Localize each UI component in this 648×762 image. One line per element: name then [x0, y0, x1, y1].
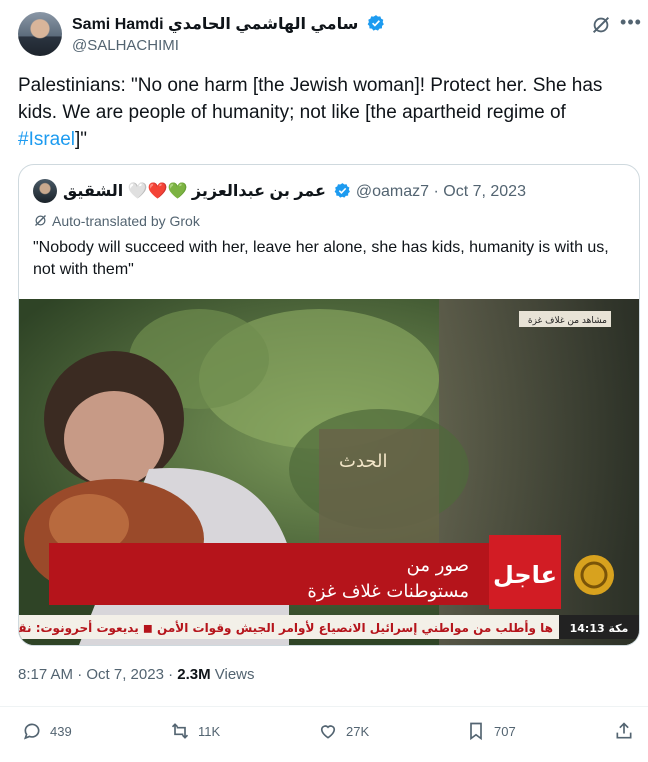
grok-icon[interactable]: [590, 14, 612, 36]
bookmark-count: 707: [494, 723, 516, 739]
author-name-text[interactable]: Sami Hamdi سامي الهاشمي الحامدي: [72, 16, 358, 33]
video-frame: الحدث مشاهد من غلاف غزة عاجل صور من مستو…: [19, 299, 639, 645]
repost-icon: [171, 723, 189, 739]
tweet-text-end: ]": [75, 129, 88, 150]
quote-handle[interactable]: @oamaz7: [356, 183, 429, 200]
quote-author-avatar[interactable]: [33, 179, 57, 203]
share-button[interactable]: [614, 721, 634, 741]
quote-date: · Oct 7, 2023: [433, 183, 526, 200]
translation-note: Auto-translated by Grok: [33, 213, 200, 229]
views-label: Views: [210, 666, 255, 683]
action-bar: 439 11K 27K 707: [0, 706, 648, 759]
repost-count: 11K: [198, 723, 221, 739]
headline-line2: مستوطنات غلاف غزة: [307, 581, 469, 602]
quote-verified-badge-icon: [335, 183, 351, 198]
tweet-text-main: Palestinians: "No one harm [the Jewish w…: [18, 75, 603, 123]
tweet-text: Palestinians: "No one harm [the Jewish w…: [18, 72, 618, 153]
grok-translate-icon: [35, 215, 46, 226]
urgent-label: عاجل: [493, 561, 557, 589]
reply-button[interactable]: 439: [22, 721, 72, 741]
more-options-icon[interactable]: •••: [620, 13, 642, 36]
quote-text: "Nobody will succeed with her, leave her…: [33, 239, 609, 278]
verified-badge-icon: [367, 15, 384, 31]
ticker-time: 14:13 مكة: [570, 622, 629, 635]
translation-label: Auto-translated by Grok: [52, 213, 200, 229]
hashtag-link[interactable]: #Israel: [18, 129, 75, 150]
video-player[interactable]: الحدث مشاهد من غلاف غزة عاجل صور من مستو…: [19, 299, 639, 645]
headline-line1: صور من: [407, 555, 469, 576]
quoted-tweet[interactable]: عمر بن عبدالعزيز 💚❤️🤍 الشقيق @oamaz7 · O…: [18, 164, 640, 646]
tweet-time[interactable]: 8:17 AM · Oct 7, 2023 ·: [18, 666, 177, 683]
reply-icon: [23, 723, 40, 740]
views-count: 2.3M: [177, 666, 211, 683]
author-name[interactable]: Sami Hamdi سامي الهاشمي الحامدي: [72, 14, 385, 34]
channel-bug: الحدث: [339, 451, 388, 472]
bookmark-icon: [470, 722, 482, 741]
quote-header: عمر بن عبدالعزيز 💚❤️🤍 الشقيق @oamaz7 · O…: [63, 181, 526, 201]
quote-author-name[interactable]: عمر بن عبدالعزيز 💚❤️🤍 الشقيق: [63, 183, 326, 200]
repost-button[interactable]: 11K: [170, 721, 220, 741]
author-avatar[interactable]: [18, 12, 62, 56]
heart-icon: [320, 725, 336, 739]
tweet-timestamp: 8:17 AM · Oct 7, 2023 · 2.3M Views: [18, 666, 255, 683]
video-top-tag: مشاهد من غلاف غزة: [528, 316, 607, 326]
share-icon: [616, 722, 632, 739]
like-count: 27K: [346, 723, 370, 739]
bookmark-button[interactable]: 707: [466, 721, 516, 741]
like-button[interactable]: 27K: [318, 721, 369, 741]
reply-count: 439: [50, 723, 72, 739]
author-handle[interactable]: @SALHACHIMI: [72, 37, 179, 54]
ticker-text: ها وأطلب من مواطني إسرائيل الانصياع لأوا…: [19, 620, 553, 636]
